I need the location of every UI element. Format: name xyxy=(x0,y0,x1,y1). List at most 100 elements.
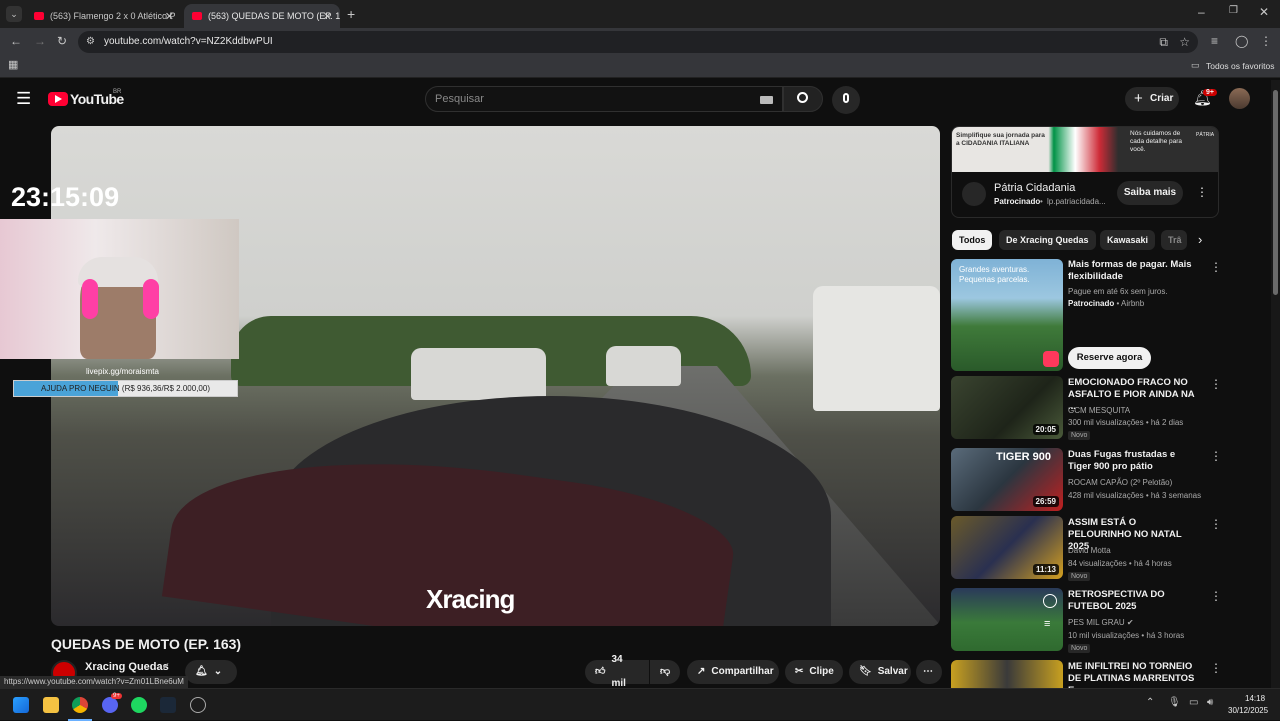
file-explorer-icon[interactable] xyxy=(43,697,59,713)
video-thumbnail[interactable]: 11:13 xyxy=(951,516,1063,579)
video-duration: 26:59 xyxy=(1032,496,1059,507)
sponsored-label: Patrocinado xyxy=(1068,299,1115,308)
all-bookmarks-link[interactable]: Todos os favoritos xyxy=(1206,61,1275,71)
bell-icon: 🔔︎ xyxy=(195,666,208,677)
related-channel[interactable]: PES MIL GRAU xyxy=(1068,618,1125,627)
microphone-tray-icon[interactable]: 🎙︎ xyxy=(1168,698,1181,708)
spotify-icon[interactable] xyxy=(131,697,147,713)
close-tab-icon[interactable]: ✕ xyxy=(323,10,332,23)
stream-clock-overlay: 23:15:09 xyxy=(11,182,120,212)
subscription-bell-button[interactable]: 🔔︎ ⌄ xyxy=(185,660,237,684)
taskbar-date[interactable]: 30/12/2025 xyxy=(1228,706,1268,715)
video-thumbnail[interactable]: ≡ xyxy=(951,588,1063,651)
steam-icon[interactable] xyxy=(160,697,176,713)
profile-icon[interactable]: ◯ xyxy=(1235,35,1248,47)
reload-icon[interactable]: ↻ xyxy=(57,35,67,47)
tab-label: (563) Flamengo 2 x 0 Atlético P xyxy=(50,11,176,21)
install-app-icon[interactable]: ⧉ xyxy=(1159,31,1168,53)
chip-todos[interactable]: Todos xyxy=(952,230,993,250)
search-input[interactable]: Pesquisar xyxy=(425,86,783,112)
tab-search-chevron-icon[interactable]: ⌄ xyxy=(6,6,22,22)
create-button[interactable]: + Criar xyxy=(1125,87,1179,111)
menu-icon[interactable]: ⋮ xyxy=(1260,35,1272,47)
play-glyph-icon xyxy=(55,95,62,103)
video-thumbnail[interactable] xyxy=(951,660,1063,688)
forward-icon[interactable]: → xyxy=(34,35,46,47)
taskbar-time[interactable]: 14:18 xyxy=(1245,694,1265,703)
page-scrollbar[interactable] xyxy=(1271,80,1280,688)
reading-list-icon[interactable]: ≡ xyxy=(1211,35,1218,47)
site-info-icon[interactable]: ⚙ xyxy=(86,31,95,53)
back-icon[interactable]: ← xyxy=(10,35,22,47)
close-tab-icon[interactable]: ✕ xyxy=(165,10,174,23)
chevron-right-icon[interactable]: › xyxy=(1198,232,1202,247)
more-options-icon[interactable]: ⋮ xyxy=(1210,661,1222,675)
ad-domain: lp.patriacidada... xyxy=(1047,197,1106,206)
discord-icon[interactable] xyxy=(102,697,118,713)
more-options-icon[interactable]: ⋮ xyxy=(1210,517,1222,531)
app-circle-icon[interactable] xyxy=(190,697,206,713)
more-options-icon[interactable]: ⋮ xyxy=(1210,449,1222,463)
clip-label: Clipe xyxy=(809,666,834,677)
share-button[interactable]: ↗ Compartilhar xyxy=(687,660,779,684)
scrollbar-thumb[interactable] xyxy=(1273,90,1278,295)
watch-later-clock-icon[interactable] xyxy=(1043,594,1057,608)
related-channel[interactable]: ROCAM CAPÃO (2º Pelotão) xyxy=(1068,478,1172,487)
windows-start-icon[interactable] xyxy=(13,697,29,713)
bookmark-star-icon[interactable]: ☆ xyxy=(1179,31,1190,53)
minimize-icon[interactable]: – xyxy=(1198,6,1205,18)
related-channel[interactable]: GCM MESQUITA xyxy=(1068,406,1130,415)
close-window-icon[interactable]: ✕ xyxy=(1259,6,1269,18)
related-title[interactable]: RETROSPECTIVA DO FUTEBOL 2025 xyxy=(1068,589,1200,613)
tab-flamengo[interactable]: (563) Flamengo 2 x 0 Atlético P ✕ xyxy=(26,4,182,28)
dislike-button[interactable]: 👎︎ xyxy=(650,660,680,684)
youtube-header: ☰ YouTube BR Pesquisar + Criar 🔔︎ 9+ xyxy=(0,79,1270,119)
channel-name[interactable]: Xracing Quedas xyxy=(85,661,169,673)
thumbnail-text: TIGER 900 xyxy=(996,451,1052,463)
chrome-icon[interactable] xyxy=(72,697,88,713)
more-dots-icon: ⋯ xyxy=(923,666,933,677)
tab-quedas[interactable]: (563) QUEDAS DE MOTO (EP. 1 ✕ xyxy=(184,4,340,28)
youtube-logo-icon[interactable] xyxy=(48,92,68,106)
reserve-button[interactable]: Reserve agora xyxy=(1068,347,1151,369)
more-options-icon[interactable]: ⋮ xyxy=(1210,377,1222,391)
hamburger-menu-icon[interactable]: ☰ xyxy=(16,89,31,109)
url-bar[interactable]: ⚙ youtube.com/watch?v=NZ2KddbwPUI ⧉ ☆ xyxy=(78,31,1198,53)
keyboard-icon[interactable] xyxy=(760,96,773,104)
chip-xracing[interactable]: De Xracing Quedas xyxy=(999,230,1096,250)
user-avatar[interactable] xyxy=(1229,88,1250,109)
more-options-icon[interactable]: ⋮ xyxy=(1210,589,1222,603)
tray-chevron-icon[interactable]: ⌃ xyxy=(1146,698,1154,708)
ad-card[interactable]: Simplifique sua jornada para a CIDADANIA… xyxy=(951,126,1219,218)
video-thumbnail[interactable]: TIGER 900 26:59 xyxy=(951,448,1063,511)
airbnb-logo-icon xyxy=(1043,351,1059,367)
ad-advertiser-icon xyxy=(962,182,986,206)
related-title[interactable]: Mais formas de pagar. Mais flexibilidade xyxy=(1068,259,1200,283)
ad-banner[interactable]: Simplifique sua jornada para a CIDADANIA… xyxy=(952,127,1218,172)
ad-more-icon[interactable]: ⋮ xyxy=(1196,185,1208,199)
video-player[interactable]: Xracing xyxy=(51,126,940,626)
new-tab-icon[interactable]: + xyxy=(347,7,355,21)
apps-grid-icon[interactable]: ▦ xyxy=(8,60,18,71)
add-to-queue-icon[interactable]: ≡ xyxy=(1044,618,1050,630)
ad-cta-button[interactable]: Saiba mais xyxy=(1117,181,1183,205)
like-button[interactable]: 👍︎ 34 mil xyxy=(585,654,649,689)
clip-button[interactable]: ✂ Clipe xyxy=(785,660,843,684)
sponsored-thumbnail[interactable]: Grandes aventuras. Pequenas parcelas. xyxy=(951,259,1063,371)
voice-search-button[interactable] xyxy=(832,86,860,114)
more-options-icon[interactable]: ⋮ xyxy=(1210,260,1222,274)
chip-kawasaki[interactable]: Kawasaki xyxy=(1100,230,1156,250)
search-button[interactable] xyxy=(783,86,823,112)
more-actions-button[interactable]: ⋯ xyxy=(916,660,942,684)
save-button[interactable]: 🔖︎ Salvar xyxy=(849,660,911,684)
related-meta: 84 visualizações • há 4 horas xyxy=(1068,559,1172,568)
related-title[interactable]: Duas Fugas frustadas e Tiger 900 pro pát… xyxy=(1068,449,1200,473)
chip-truncated[interactable]: Trâ xyxy=(1161,230,1187,250)
volume-icon[interactable]: 🔊︎ xyxy=(1207,698,1213,708)
network-icon[interactable]: ▭ xyxy=(1189,698,1198,708)
related-channel[interactable]: David Motta xyxy=(1068,546,1111,555)
ad-advertiser-name: Pátria Cidadania xyxy=(994,182,1076,194)
video-thumbnail[interactable]: 20:05 xyxy=(951,376,1063,439)
restore-icon[interactable]: ❐ xyxy=(1229,6,1238,16)
new-badge: Novo xyxy=(1068,572,1091,581)
